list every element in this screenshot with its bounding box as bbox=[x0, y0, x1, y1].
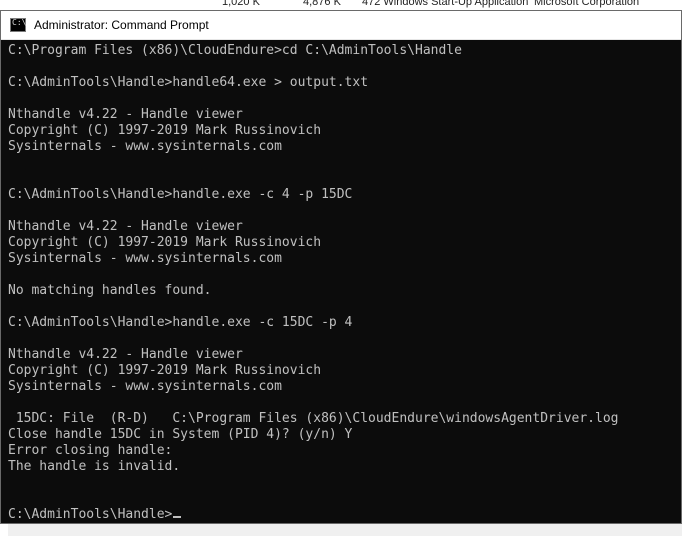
console-line: Sysinternals - www.sysinternals.com bbox=[8, 379, 282, 394]
title-bar[interactable]: C:\ Administrator: Command Prompt bbox=[1, 11, 681, 40]
console-line: Copyright (C) 1997-2019 Mark Russinovich bbox=[8, 123, 322, 138]
console-line: C:\Program Files (x86)\CloudEndure>cd C:… bbox=[8, 43, 462, 58]
command-prompt-window[interactable]: C:\ Administrator: Command Prompt C:\Pro… bbox=[0, 10, 682, 524]
console-line: Nthandle v4.22 - Handle viewer bbox=[8, 107, 243, 122]
console-line: Copyright (C) 1997-2019 Mark Russinovich bbox=[8, 235, 322, 250]
bg-cell: 472 Windows Start-Up Application bbox=[362, 0, 529, 8]
console-line: Sysinternals - www.sysinternals.com bbox=[8, 251, 282, 266]
console-line: C:\AdminTools\Handle>handle64.exe > outp… bbox=[8, 75, 369, 90]
console-line: The handle is invalid. bbox=[8, 459, 181, 474]
console-line: 15DC: File (R-D) C:\Program Files (x86)\… bbox=[8, 411, 619, 426]
bg-cell: Microsoft Corporation bbox=[534, 0, 640, 8]
console-line: Copyright (C) 1997-2019 Mark Russinovich bbox=[8, 363, 322, 378]
console-line: C:\AdminTools\Handle> bbox=[8, 507, 681, 523]
window-title: Administrator: Command Prompt bbox=[34, 18, 209, 32]
console-line: C:\AdminTools\Handle>handle.exe -c 15DC … bbox=[8, 315, 353, 330]
bg-cell: 1,020 K bbox=[222, 0, 260, 8]
cmd-icon[interactable]: C:\ bbox=[10, 18, 26, 32]
console-line: C:\AdminTools\Handle>handle.exe -c 4 -p … bbox=[8, 187, 353, 202]
console-line: Error closing handle: bbox=[8, 443, 173, 458]
console-line: Nthandle v4.22 - Handle viewer bbox=[8, 347, 243, 362]
console-line: Close handle 15DC in System (PID 4)? (y/… bbox=[8, 427, 353, 442]
bg-cell: 4,876 K bbox=[303, 0, 341, 8]
console-line: No matching handles found. bbox=[8, 283, 212, 298]
console-line: Nthandle v4.22 - Handle viewer bbox=[8, 219, 243, 234]
console-line: Sysinternals - www.sysinternals.com bbox=[8, 139, 282, 154]
console-output[interactable]: C:\Program Files (x86)\CloudEndure>cd C:… bbox=[1, 40, 681, 523]
text-cursor bbox=[173, 516, 182, 518]
